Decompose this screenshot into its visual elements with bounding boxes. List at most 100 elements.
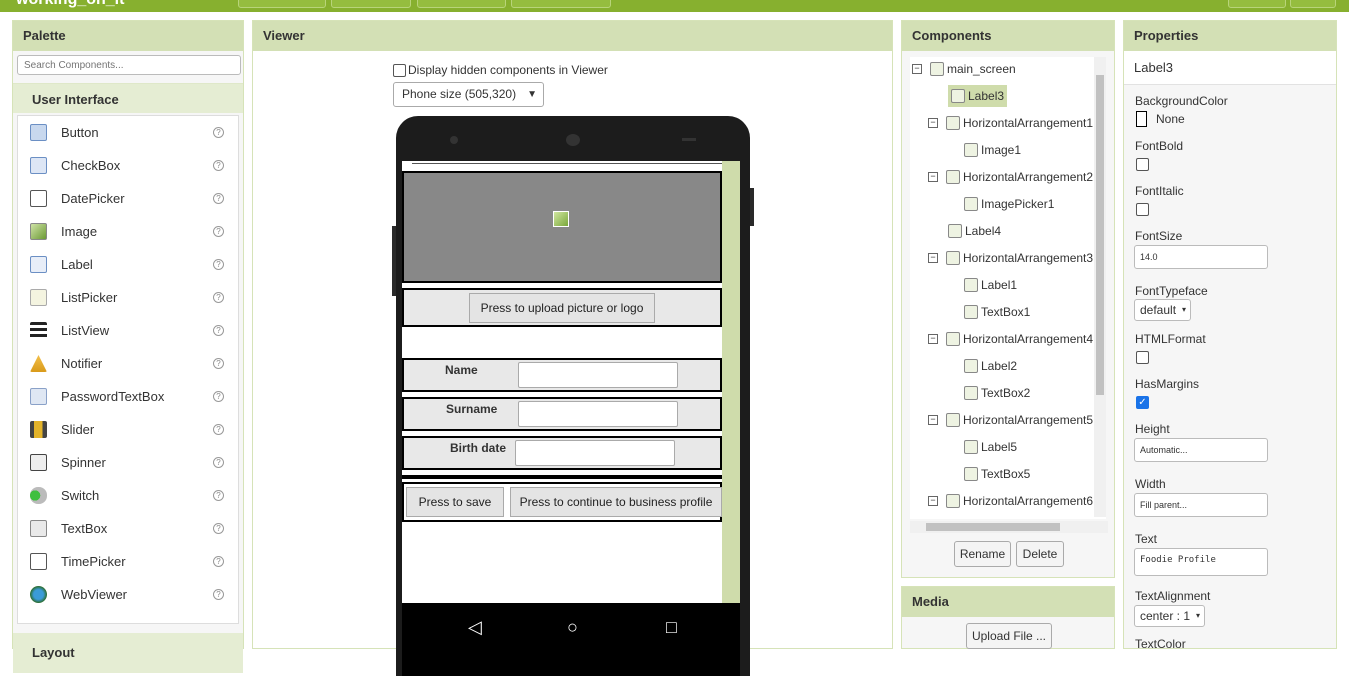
palette-item-slider[interactable]: Slider? xyxy=(18,413,238,446)
scrollbar-thumb[interactable] xyxy=(926,523,1060,531)
category-user-interface[interactable]: User Interface xyxy=(13,83,243,113)
palette-item-listpicker[interactable]: ListPicker? xyxy=(18,281,238,314)
tree-horizontal-scrollbar[interactable] xyxy=(910,521,1108,533)
help-icon[interactable]: ? xyxy=(213,457,224,468)
save-button[interactable]: Press to save xyxy=(406,487,504,517)
tree-vertical-scrollbar[interactable] xyxy=(1094,57,1106,517)
height-input[interactable]: Automatic... xyxy=(1134,438,1268,462)
tree-node-main_screen[interactable]: −main_screen xyxy=(912,58,1016,80)
collapse-icon[interactable]: − xyxy=(928,496,938,506)
tree-node-image1[interactable]: Image1 xyxy=(964,139,1021,161)
tree-node-label2[interactable]: Label2 xyxy=(964,355,1017,377)
category-layout[interactable]: Layout xyxy=(13,633,243,673)
help-icon[interactable]: ? xyxy=(213,259,224,270)
help-icon[interactable]: ? xyxy=(213,226,224,237)
phone-size-select[interactable]: Phone size (505,320) ▼ xyxy=(393,82,544,107)
tree-node-horizontalarrangement3[interactable]: −HorizontalArrangement3 xyxy=(928,247,1093,269)
tree-node-label5[interactable]: Label5 xyxy=(964,436,1017,458)
recents-icon[interactable]: □ xyxy=(666,617,677,638)
upload-file-button[interactable]: Upload File ... xyxy=(966,623,1052,649)
help-icon[interactable]: ? xyxy=(213,193,224,204)
display-hidden-checkbox[interactable] xyxy=(393,64,406,77)
tree-node-horizontalarrangement5[interactable]: −HorizontalArrangement5 xyxy=(928,409,1093,431)
palette-item-notifier[interactable]: Notifier? xyxy=(18,347,238,380)
toolbar-button-6[interactable] xyxy=(1290,0,1336,8)
fonttypeface-dropdown[interactable]: default▾ xyxy=(1134,299,1191,321)
help-icon[interactable]: ? xyxy=(213,358,224,369)
palette-item-listview[interactable]: ListView? xyxy=(18,314,238,347)
help-icon[interactable]: ? xyxy=(213,391,224,402)
toolbar-button-2[interactable] xyxy=(331,0,411,8)
text-textarea[interactable]: Foodie Profile xyxy=(1134,548,1268,576)
horizontal-arrangement-3[interactable]: Name xyxy=(402,358,722,392)
fontbold-checkbox[interactable] xyxy=(1136,158,1149,171)
display-hidden-components[interactable]: Display hidden components in Viewer xyxy=(393,63,608,77)
tree-node-horizontalarrangement6[interactable]: −HorizontalArrangement6 xyxy=(928,490,1093,512)
collapse-icon[interactable]: − xyxy=(928,253,938,263)
help-icon[interactable]: ? xyxy=(213,523,224,534)
tree-node-label1[interactable]: Label1 xyxy=(964,274,1017,296)
home-icon[interactable]: ○ xyxy=(567,617,578,638)
name-textbox[interactable] xyxy=(518,362,678,388)
prop-backgroundcolor-value[interactable]: None xyxy=(1156,112,1185,126)
help-icon[interactable]: ? xyxy=(213,160,224,171)
toolbar-button-3[interactable] xyxy=(417,0,506,8)
toolbar-button-1[interactable] xyxy=(238,0,326,8)
palette-item-timepicker[interactable]: TimePicker? xyxy=(18,545,238,578)
rename-button[interactable]: Rename xyxy=(954,541,1011,567)
palette-item-checkbox[interactable]: CheckBox? xyxy=(18,149,238,182)
palette-item-switch[interactable]: Switch? xyxy=(18,479,238,512)
help-icon[interactable]: ? xyxy=(213,292,224,303)
upload-picture-button[interactable]: Press to upload picture or logo xyxy=(469,293,655,323)
horizontal-arrangement-6[interactable]: Press to save Press to continue to busin… xyxy=(402,482,722,522)
birthdate-textbox[interactable] xyxy=(515,440,675,466)
color-swatch[interactable] xyxy=(1136,111,1147,127)
palette-item-label[interactable]: Label? xyxy=(18,248,238,281)
palette-item-webviewer[interactable]: WebViewer? xyxy=(18,578,238,611)
collapse-icon[interactable]: − xyxy=(912,64,922,74)
collapse-icon[interactable]: − xyxy=(928,118,938,128)
toolbar-button-5[interactable] xyxy=(1228,0,1286,8)
width-input[interactable]: Fill parent... xyxy=(1134,493,1268,517)
tree-node-horizontalarrangement2[interactable]: −HorizontalArrangement2 xyxy=(928,166,1093,188)
search-components-input[interactable] xyxy=(17,55,241,75)
image1-box[interactable] xyxy=(402,171,722,283)
help-icon[interactable]: ? xyxy=(213,325,224,336)
help-icon[interactable]: ? xyxy=(213,490,224,501)
scrollbar-thumb[interactable] xyxy=(1096,75,1104,395)
back-icon[interactable]: ◁ xyxy=(468,617,482,638)
palette-item-image[interactable]: Image? xyxy=(18,215,238,248)
help-icon[interactable]: ? xyxy=(213,424,224,435)
palette-item-datepicker[interactable]: DatePicker? xyxy=(18,182,238,215)
tree-node-label3[interactable]: Label3 xyxy=(948,85,1007,107)
tree-node-textbox1[interactable]: TextBox1 xyxy=(964,301,1030,323)
palette-item-spinner[interactable]: Spinner? xyxy=(18,446,238,479)
collapse-icon[interactable]: − xyxy=(928,334,938,344)
tree-node-label4[interactable]: Label4 xyxy=(948,220,1001,242)
htmlformat-checkbox[interactable] xyxy=(1136,351,1149,364)
collapse-icon[interactable]: − xyxy=(928,172,938,182)
textalignment-dropdown[interactable]: center : 1▾ xyxy=(1134,605,1205,627)
tree-node-horizontalarrangement1[interactable]: −HorizontalArrangement1 xyxy=(928,112,1093,134)
help-icon[interactable]: ? xyxy=(213,556,224,567)
collapse-icon[interactable]: − xyxy=(928,415,938,425)
fontsize-input[interactable]: 14.0 xyxy=(1134,245,1268,269)
tree-node-horizontalarrangement4[interactable]: −HorizontalArrangement4 xyxy=(928,328,1093,350)
hasmargins-checkbox[interactable]: ✓ xyxy=(1136,396,1149,409)
tree-node-textbox5[interactable]: TextBox5 xyxy=(964,463,1030,485)
surname-textbox[interactable] xyxy=(518,401,678,427)
palette-item-passwordtextbox[interactable]: PasswordTextBox? xyxy=(18,380,238,413)
fontitalic-checkbox[interactable] xyxy=(1136,203,1149,216)
delete-button[interactable]: Delete xyxy=(1016,541,1064,567)
horizontal-arrangement-5[interactable]: Birth date xyxy=(402,436,722,470)
horizontal-arrangement-4[interactable]: Surname xyxy=(402,397,722,431)
horizontal-arrangement-2[interactable]: Press to upload picture or logo xyxy=(402,288,722,327)
palette-item-textbox[interactable]: TextBox? xyxy=(18,512,238,545)
continue-business-profile-button[interactable]: Press to continue to business profile xyxy=(510,487,722,517)
help-icon[interactable]: ? xyxy=(213,127,224,138)
help-icon[interactable]: ? xyxy=(213,589,224,600)
palette-item-button[interactable]: Button? xyxy=(18,116,238,149)
tree-node-imagepicker1[interactable]: ImagePicker1 xyxy=(964,193,1054,215)
tree-node-textbox2[interactable]: TextBox2 xyxy=(964,382,1030,404)
toolbar-button-4[interactable] xyxy=(511,0,611,8)
